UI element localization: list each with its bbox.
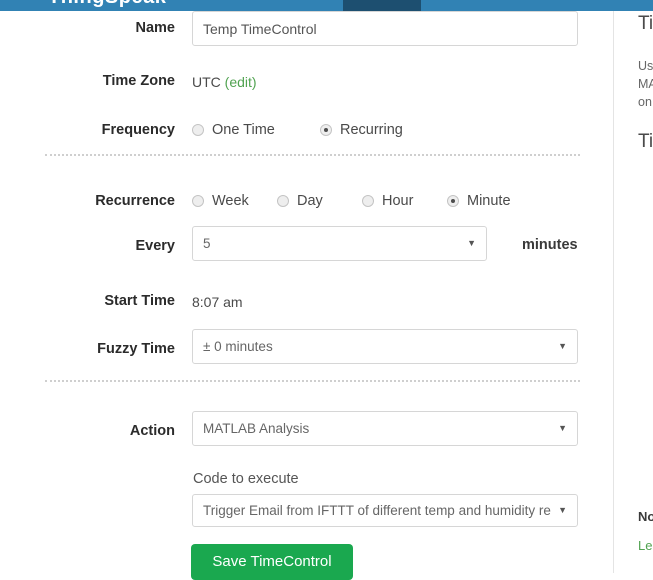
radio-label-day: Day — [297, 193, 323, 209]
code-to-execute-select[interactable]: Trigger Email from IFTTT of different te… — [192, 494, 578, 527]
radio-indicator-hour[interactable] — [362, 195, 374, 207]
brand-logo[interactable]: ThingSpeak — [48, 0, 166, 9]
radio-indicator-recurring[interactable] — [320, 124, 332, 136]
every-unit-label: minutes — [522, 237, 578, 253]
radio-label-recurring: Recurring — [340, 122, 403, 138]
radio-indicator-minute[interactable] — [447, 195, 459, 207]
radio-indicator-one-time[interactable] — [192, 124, 204, 136]
action-select[interactable]: MATLAB Analysis ▼ — [192, 411, 578, 446]
code-to-execute-label: Code to execute — [193, 471, 299, 487]
time-zone-value: UTC — [192, 74, 221, 90]
timecontrol-form: Name Time Zone UTC (edit) Frequency One … — [0, 11, 612, 580]
section-divider-1 — [45, 154, 580, 156]
fuzzy-time-label: Fuzzy Time — [97, 341, 175, 357]
help-sidebar-title: TimeControl Settings — [638, 13, 653, 34]
help-sidebar-paragraph: Use TimeControl to trigger a ThingHTTP, … — [638, 59, 653, 109]
radio-label-week: Week — [212, 193, 249, 209]
chevron-down-icon: ▼ — [558, 423, 567, 433]
radio-indicator-week[interactable] — [192, 195, 204, 207]
every-select[interactable]: 5 ▼ — [192, 226, 487, 261]
help-sidebar-inner: TimeControl Settings Use TimeControl to … — [638, 11, 653, 153]
top-navigation-bar: ThingSpeak Apps — [0, 0, 653, 11]
code-to-execute-select-value: Trigger Email from IFTTT of different te… — [203, 503, 551, 518]
help-sidebar-notes-block: Notes Learn More — [638, 509, 653, 553]
section-divider-2 — [45, 380, 580, 382]
radio-recurrence-week[interactable]: Week — [192, 193, 249, 209]
help-sidebar-notes-heading: Notes — [638, 509, 653, 524]
help-sidebar-heading: TimeControl Settings — [638, 131, 653, 152]
time-zone-edit-link[interactable]: (edit) — [225, 74, 257, 90]
help-sidebar-learn-more-link[interactable]: Learn More — [638, 538, 653, 553]
radio-recurrence-day[interactable]: Day — [277, 193, 323, 209]
radio-recurrence-hour[interactable]: Hour — [362, 193, 413, 209]
radio-frequency-recurring[interactable]: Recurring — [320, 122, 403, 138]
every-label: Every — [135, 238, 175, 254]
chevron-down-icon: ▼ — [558, 505, 567, 515]
name-input[interactable] — [192, 11, 578, 46]
time-zone-value-group: UTC (edit) — [192, 74, 257, 90]
name-label: Name — [135, 20, 176, 36]
chevron-down-icon: ▼ — [467, 238, 476, 248]
radio-label-minute: Minute — [467, 193, 511, 209]
radio-label-one-time: One Time — [212, 122, 275, 138]
radio-label-hour: Hour — [382, 193, 414, 209]
frequency-label: Frequency — [101, 122, 175, 138]
help-sidebar: TimeControl Settings Use TimeControl to … — [613, 11, 653, 573]
time-zone-label: Time Zone — [102, 73, 175, 89]
action-select-value: MATLAB Analysis — [203, 421, 310, 436]
radio-indicator-day[interactable] — [277, 195, 289, 207]
chevron-down-icon: ▼ — [558, 341, 567, 351]
action-label: Action — [129, 423, 175, 439]
fuzzy-time-select[interactable]: ± 0 minutes ▼ — [192, 329, 578, 364]
start-time-label: Start Time — [104, 293, 175, 309]
nav-tab-active-highlight[interactable] — [343, 0, 421, 11]
save-timecontrol-button[interactable]: Save TimeControl — [191, 544, 353, 580]
radio-recurrence-minute[interactable]: Minute — [447, 193, 511, 209]
recurrence-label: Recurrence — [95, 193, 175, 209]
start-time-value[interactable]: 8:07 am — [192, 294, 243, 310]
fuzzy-time-select-value: ± 0 minutes — [203, 339, 273, 354]
every-select-value: 5 — [203, 236, 211, 251]
radio-frequency-one-time[interactable]: One Time — [192, 122, 275, 138]
